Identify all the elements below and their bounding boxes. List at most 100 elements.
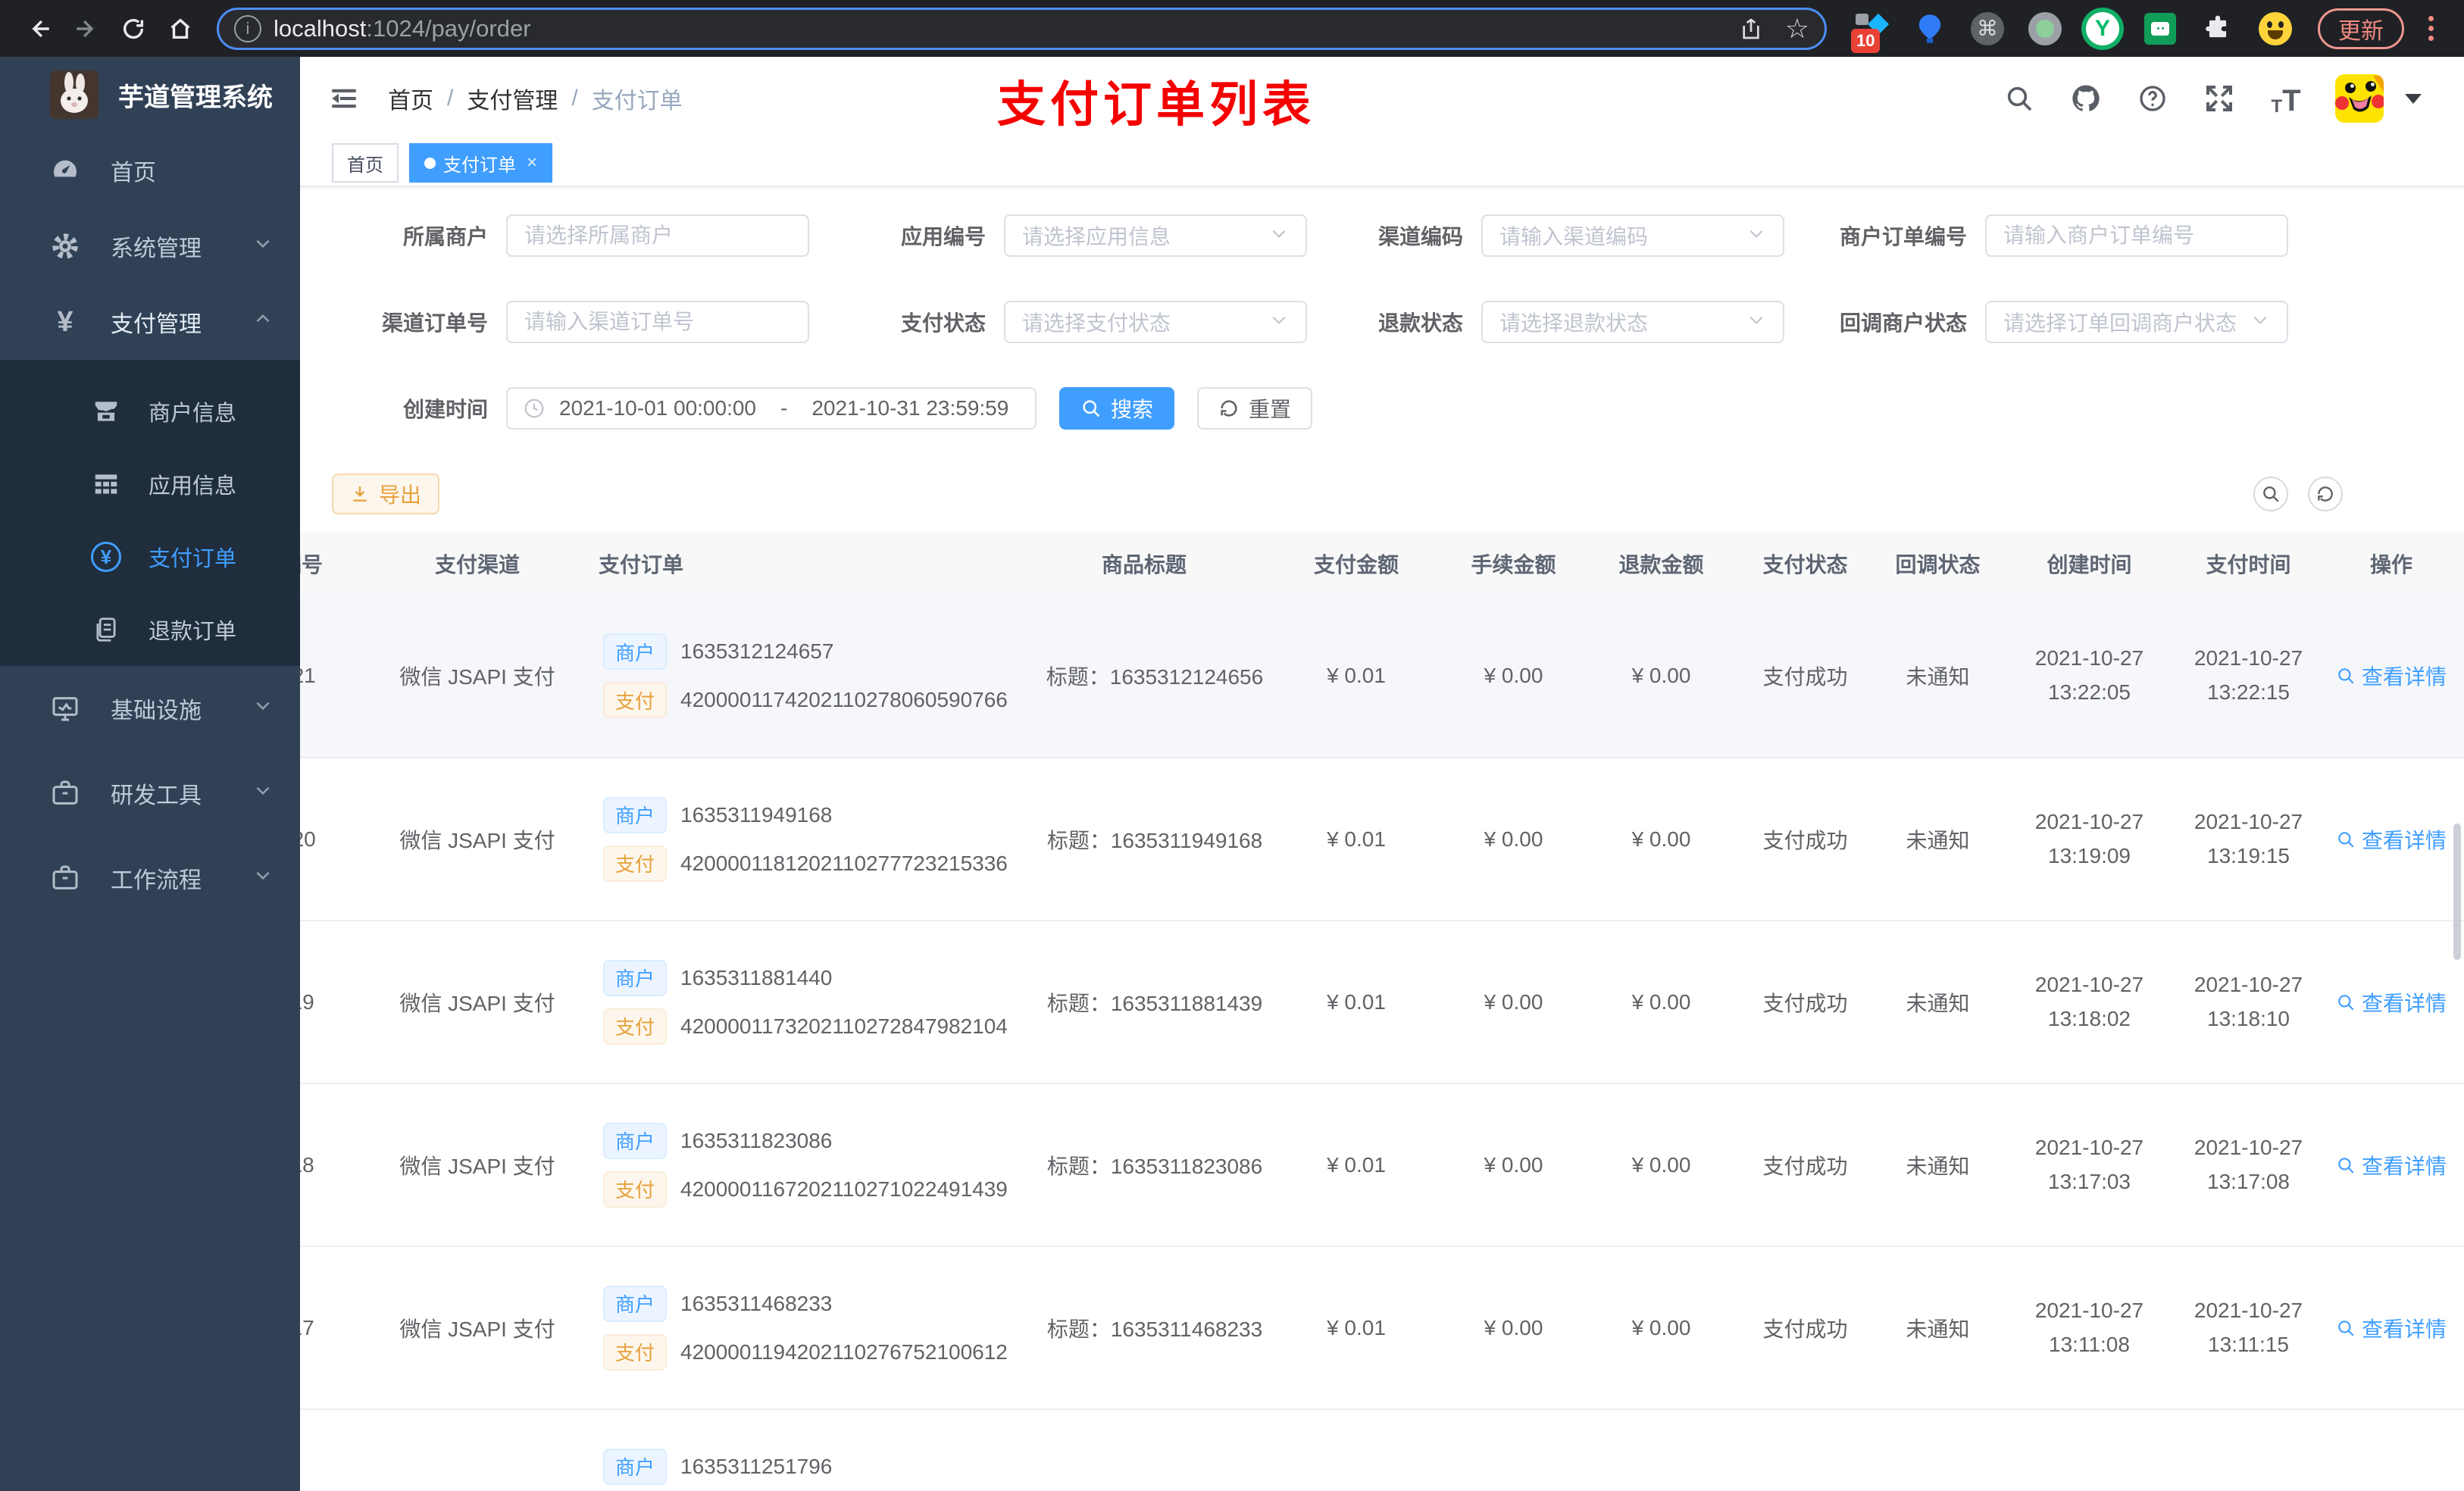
refund-amount: ¥ 0.00 — [1587, 758, 1735, 921]
sidebar-toggle-icon[interactable] — [326, 80, 362, 117]
gear-icon — [48, 231, 82, 261]
filter-row-2: 渠道订单号 支付状态 请选择支付状态 退款状态 请选择退款状态 回调商户状态 请… — [332, 301, 2464, 343]
pay-amount — [1273, 1409, 1440, 1491]
chevron-down-icon — [253, 780, 273, 806]
bookmark-star-icon[interactable]: ☆ — [1785, 13, 1809, 45]
table-row: 商户1635311251796 支付 — [300, 1409, 2464, 1491]
sidebar-item-workflow[interactable]: 工作流程 — [0, 836, 300, 921]
sidebar-item-home[interactable]: 首页 — [0, 133, 300, 208]
site-info-icon[interactable]: i — [234, 14, 261, 42]
extension-circle-icon[interactable] — [2027, 11, 2063, 47]
home-icon[interactable] — [161, 9, 200, 48]
extension-balloon-icon[interactable] — [1912, 11, 1948, 47]
table-row: 119 微信 JSAPI 支付 商户 1635311881440 支付 420000… — [300, 921, 2464, 1084]
extension-chat-icon[interactable] — [2142, 11, 2178, 47]
toggle-search-button[interactable] — [2253, 477, 2288, 511]
share-icon[interactable] — [1734, 11, 1768, 46]
user-avatar[interactable] — [2335, 74, 2384, 123]
merchant-order-no-input[interactable] — [1985, 214, 2288, 257]
pay-status: 支付成功 — [1735, 758, 1875, 921]
tab-home[interactable]: 首页 — [332, 143, 399, 183]
sidebar-item-refund-order[interactable]: 退款订单 — [0, 593, 300, 666]
caret-down-icon[interactable] — [2405, 93, 2422, 104]
app-logo[interactable]: 芋道管理系统 — [0, 57, 300, 133]
sidebar-item-payment[interactable]: ¥ 支付管理 — [0, 284, 300, 360]
back-icon[interactable] — [20, 9, 59, 48]
sidebar-item-system[interactable]: 系统管理 — [0, 208, 300, 284]
close-icon[interactable]: × — [527, 152, 537, 173]
forward-icon[interactable] — [67, 9, 106, 48]
extension-yuque-icon[interactable]: Y — [2084, 11, 2121, 47]
channel-code-select[interactable]: 请输入渠道编码 — [1481, 214, 1784, 257]
sidebar-item-merchant-info[interactable]: 商户信息 — [0, 375, 300, 448]
grid-icon — [89, 470, 123, 499]
pay-time: 2021-10-27 13:19:15 — [2178, 758, 2319, 921]
pay-channel: 微信 JSAPI 支付 — [371, 758, 583, 921]
merchant-input[interactable] — [506, 214, 809, 257]
product-title: 标题：1635312124656 — [1015, 595, 1273, 758]
export-button[interactable]: 导出 — [332, 474, 440, 514]
app-select[interactable]: 请选择应用信息 — [1004, 214, 1307, 257]
url-bar[interactable]: i localhost:1024/pay/order ☆ — [217, 7, 1827, 50]
browser-update-button[interactable]: 更新 — [2318, 8, 2404, 49]
notify-status: 未通知 — [1875, 758, 2000, 921]
extension-puzzle-icon[interactable] — [2200, 11, 2236, 47]
help-icon[interactable] — [2135, 81, 2170, 116]
action-cell: 查看详情 — [2319, 595, 2464, 758]
github-icon[interactable] — [2068, 81, 2103, 116]
font-size-icon[interactable]: TT — [2269, 81, 2303, 116]
product-title: 标题：1635311823086 — [1015, 1083, 1273, 1247]
breadcrumb: 首页 / 支付管理 / 支付订单 — [388, 82, 683, 115]
search-icon[interactable] — [2002, 81, 2037, 116]
sidebar-item-pay-order[interactable]: ¥ 支付订单 — [0, 520, 300, 593]
sidebar-item-dev-tools[interactable]: 研发工具 — [0, 751, 300, 836]
notify-status-select[interactable]: 请选择订单回调商户状态 — [1985, 301, 2288, 343]
extension-emoji-icon[interactable] — [2257, 11, 2294, 47]
pay-time: 2021-10-27 13:17:08 — [2178, 1083, 2319, 1247]
page-scrollbar[interactable] — [2453, 824, 2461, 960]
action-cell: 查看详情 — [2319, 758, 2464, 921]
view-detail-link[interactable]: 查看详情 — [2336, 1313, 2447, 1343]
refund-amount: ¥ 0.00 — [1587, 921, 1735, 1084]
notify-status: 未通知 — [1875, 1246, 2000, 1410]
order-id: 120 — [300, 758, 371, 921]
tab-label: 支付订单 — [443, 155, 516, 176]
extension-command-icon[interactable]: ⌘ — [1969, 11, 2006, 47]
create-time-range-picker[interactable]: 2021-10-01 00:00:00 - 2021-10-31 23:59:5… — [506, 387, 1037, 430]
sidebar-item-label: 商户信息 — [149, 402, 237, 426]
sidebar-item-app-info[interactable]: 应用信息 — [0, 448, 300, 520]
breadcrumb-home[interactable]: 首页 — [388, 82, 433, 115]
breadcrumb-pay-management[interactable]: 支付管理 — [467, 82, 558, 115]
refresh-button[interactable] — [2308, 477, 2343, 511]
view-detail-link[interactable]: 查看详情 — [2336, 824, 2447, 855]
extension-blocks-icon[interactable]: 10 — [1851, 11, 1890, 53]
search-button[interactable]: 搜索 — [1059, 387, 1175, 430]
fullscreen-icon[interactable] — [2202, 81, 2237, 116]
pay-channel — [371, 1409, 583, 1491]
dashboard-icon — [48, 155, 82, 186]
pay-amount: ¥ 0.01 — [1273, 758, 1440, 921]
browser-menu-icon[interactable] — [2418, 16, 2444, 41]
filter-row-1: 所属商户 应用编号 请选择应用信息 渠道编码 请输入渠道编码 商户订单编号 — [332, 214, 2464, 257]
pay-status-select[interactable]: 请选择支付状态 — [1004, 301, 1307, 343]
reload-icon[interactable] — [114, 9, 153, 48]
reset-button[interactable]: 重置 — [1197, 387, 1313, 430]
view-detail-link[interactable]: 查看详情 — [2336, 661, 2447, 691]
view-detail-link[interactable]: 查看详情 — [2336, 1150, 2447, 1180]
refund-amount: ¥ 0.00 — [1587, 1083, 1735, 1247]
create-time: 2021-10-27 13:22:05 — [2000, 595, 2178, 758]
merchant-order-no: 1635311881440 — [680, 965, 833, 989]
merchant-tag: 商户 — [603, 1122, 668, 1159]
pay-status-label: 支付状态 — [900, 311, 986, 335]
notify-status-label: 回调商户状态 — [1839, 311, 1967, 335]
filter-row-3: 创建时间 2021-10-01 00:00:00 - 2021-10-31 23… — [332, 387, 2464, 430]
url-path: :1024/pay/order — [366, 14, 531, 42]
refund-status-select[interactable]: 请选择退款状态 — [1481, 301, 1784, 343]
tab-pay-order[interactable]: 支付订单 × — [409, 143, 553, 183]
chevron-down-icon — [253, 865, 273, 891]
pay-status: 支付成功 — [1735, 595, 1875, 758]
sidebar-item-infrastructure[interactable]: 基础设施 — [0, 666, 300, 751]
channel-order-no-input[interactable] — [506, 301, 809, 343]
view-detail-link[interactable]: 查看详情 — [2336, 987, 2447, 1017]
page-title-annotation: 支付订单列表 — [997, 77, 1315, 132]
